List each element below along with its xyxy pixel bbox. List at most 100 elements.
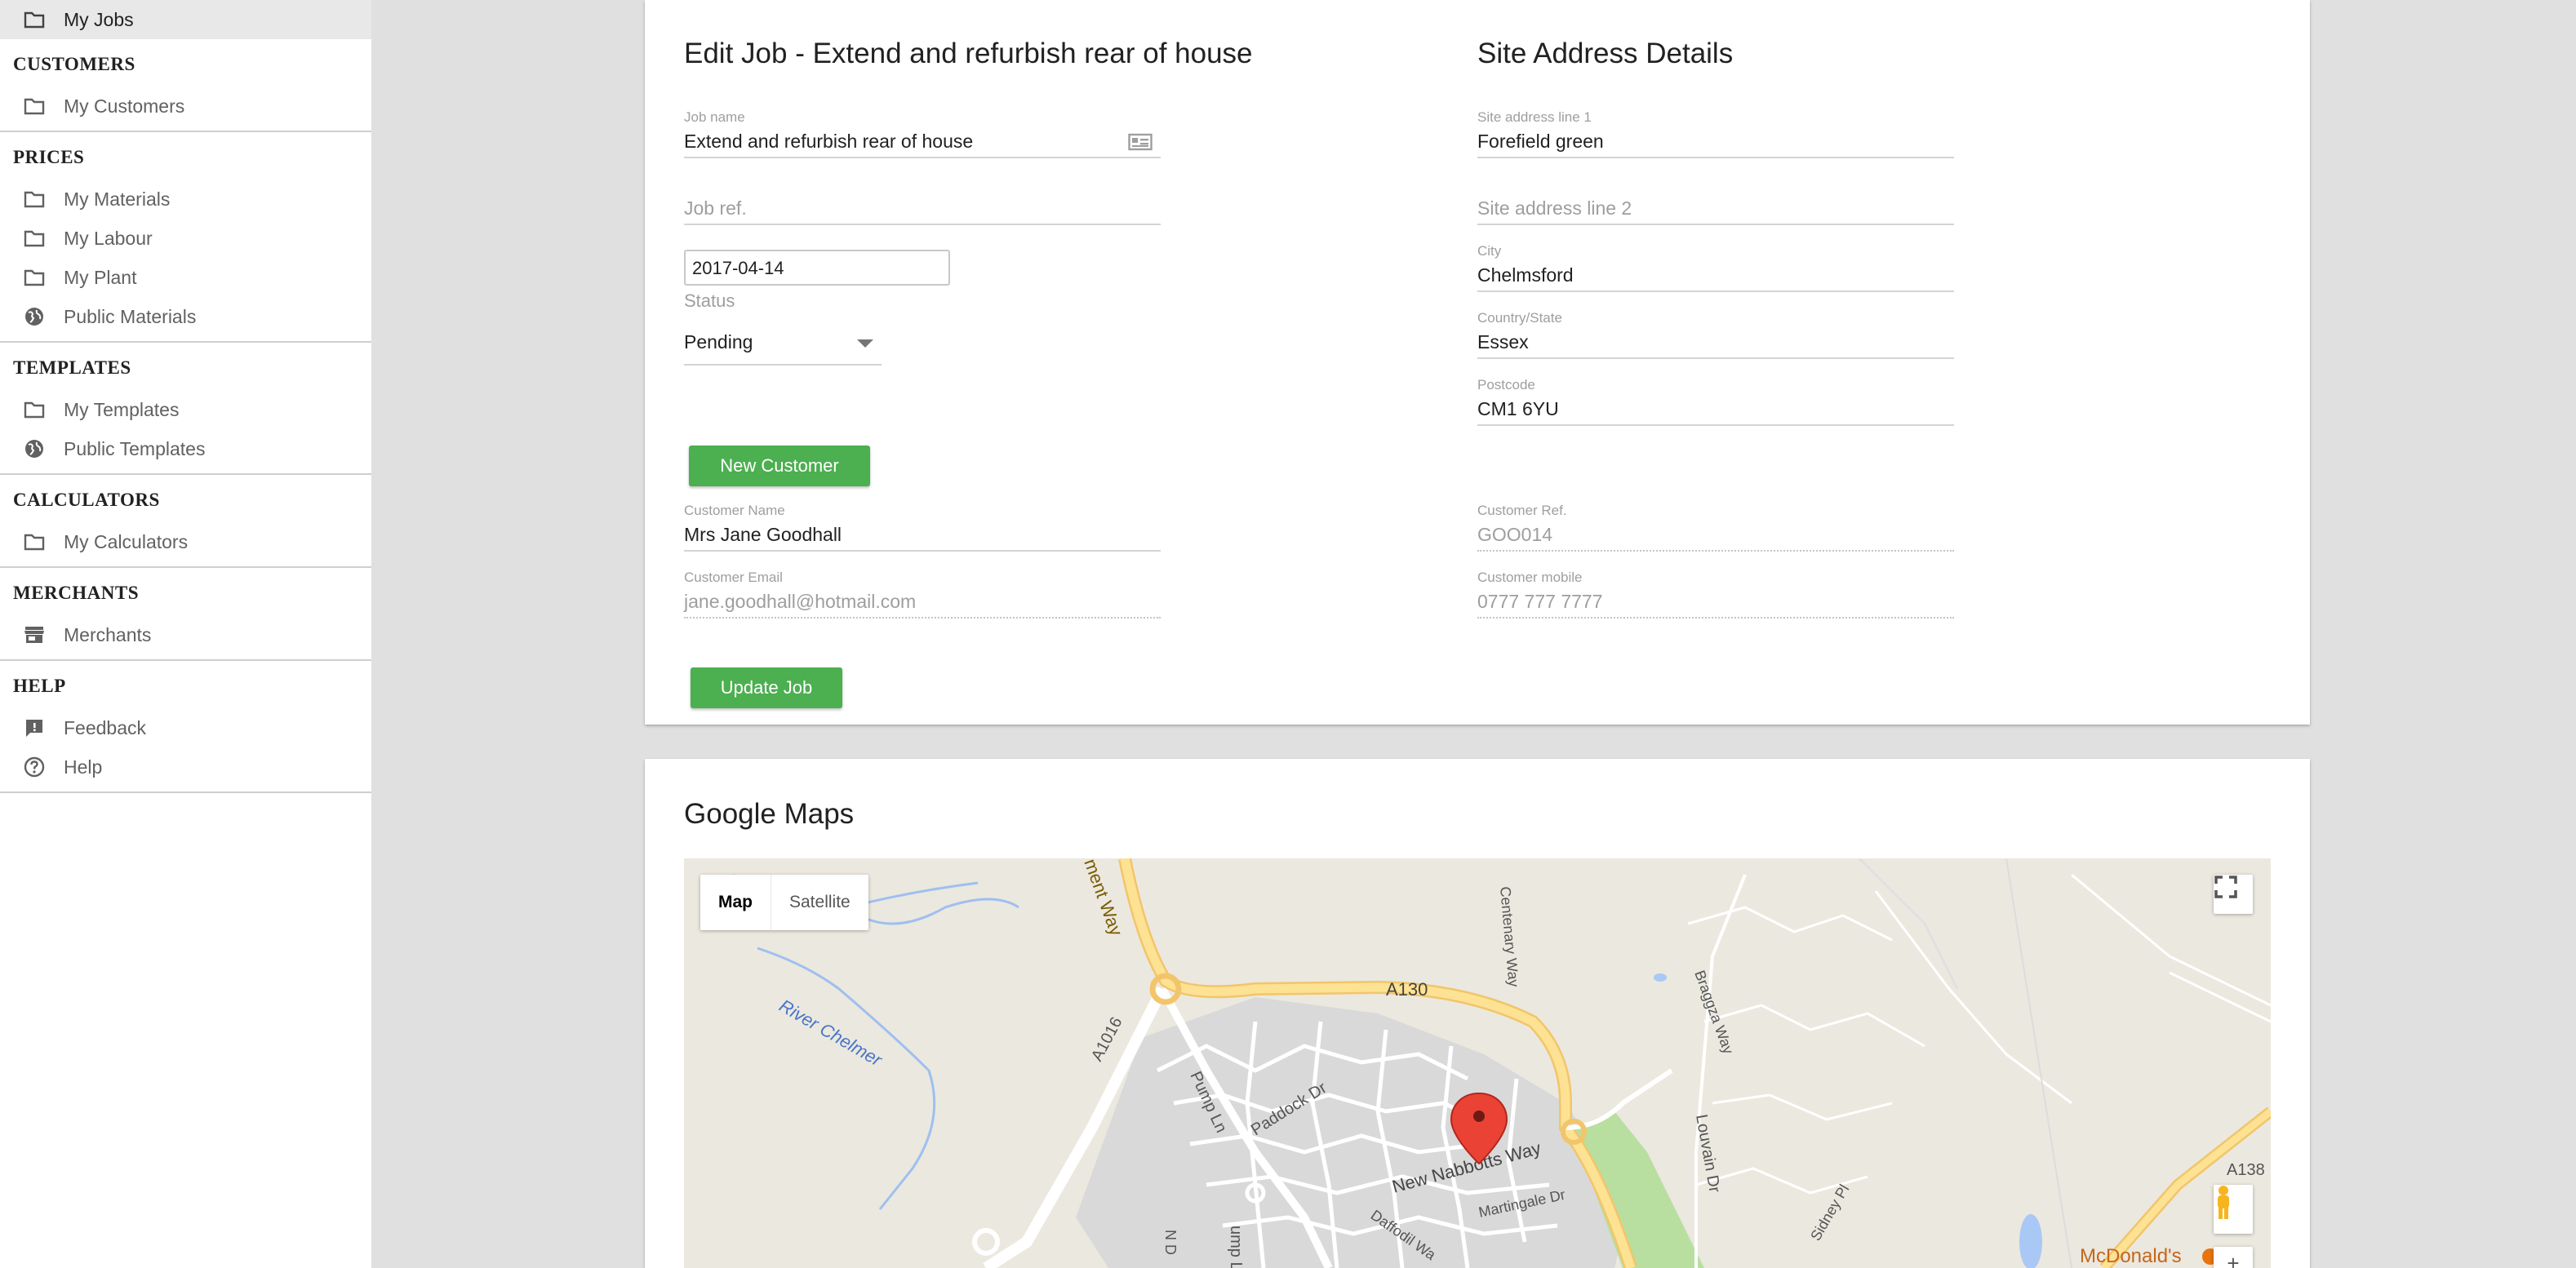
- customer-name-label: Customer Name: [684, 503, 785, 518]
- site-address-line2-placeholder: Site address line 2: [1477, 197, 1632, 219]
- sidebar-item-label: Feedback: [64, 716, 147, 738]
- site-address-line2-field[interactable]: Site address line 2: [1477, 176, 1954, 225]
- globe-icon: [23, 305, 46, 328]
- sidebar-item-label: My Calculators: [64, 530, 189, 552]
- postcode-label: Postcode: [1477, 377, 1535, 392]
- map-label-n-d: N D: [1162, 1230, 1179, 1255]
- map-lake: [2019, 1214, 2042, 1268]
- map-label-a138: A138: [2227, 1161, 2265, 1179]
- postcode-field[interactable]: Postcode CM1 6YU: [1477, 377, 1954, 426]
- sidebar-item-label: Merchants: [64, 623, 152, 645]
- job-date-input[interactable]: 2017-04-14: [684, 250, 950, 286]
- site-address-line1-value: Forefield green: [1477, 131, 1604, 152]
- sidebar-item-label: My Materials: [64, 188, 171, 210]
- sidebar-section-title: MERCHANTS: [13, 583, 140, 603]
- map-type-satellite-button[interactable]: Satellite: [771, 875, 868, 930]
- sidebar-item-my-plant[interactable]: My Plant: [0, 258, 371, 297]
- folder-icon: [23, 188, 46, 211]
- status-value: Pending: [684, 331, 753, 352]
- sidebar-sections: CUSTOMERS My Customers PRICES My Materials M…: [0, 39, 371, 793]
- customer-ref-label: Customer Ref.: [1477, 503, 1567, 518]
- customer-name-value: Mrs Jane Goodhall: [684, 524, 842, 545]
- edit-job-title: Edit Job - Extend and refurbish rear of …: [684, 38, 1253, 69]
- map-labels: A130 A1016 A138 Centenary Way ment Way R…: [776, 858, 2265, 1268]
- city-field[interactable]: City Chelmsford: [1477, 243, 1954, 292]
- status-select[interactable]: Pending: [684, 323, 882, 366]
- job-ref-field[interactable]: Job ref.: [684, 176, 1161, 225]
- street-view-pegman-button[interactable]: [2214, 1185, 2253, 1234]
- map-label-ump-ln: ump Ln: [1227, 1226, 1245, 1268]
- new-customer-button[interactable]: New Customer: [689, 446, 870, 486]
- folder-icon: [23, 8, 46, 31]
- map-type-toggle: Map Satellite: [700, 875, 868, 930]
- map-canvas: A130 A1016 A138 Centenary Way ment Way R…: [731, 858, 2271, 1268]
- zoom-in-button[interactable]: +: [2214, 1247, 2253, 1268]
- sidebar-section-title: CALCULATORS: [13, 490, 160, 510]
- customer-mobile-field: Customer mobile 0777 777 7777: [1477, 570, 1954, 618]
- globe-icon: [23, 437, 46, 460]
- job-name-field[interactable]: Job name Extend and refurbish rear of ho…: [684, 109, 1161, 158]
- customer-mobile-label: Customer mobile: [1477, 570, 1583, 585]
- sidebar-section-title: TEMPLATES: [13, 357, 131, 378]
- city-label: City: [1477, 243, 1502, 259]
- job-name-value: Extend and refurbish rear of house: [684, 131, 974, 152]
- sidebar-divider: [0, 791, 371, 793]
- map-view[interactable]: A130 A1016 A138 Centenary Way ment Way R…: [684, 858, 2271, 1268]
- sidebar-item-help[interactable]: Help: [0, 747, 371, 787]
- sidebar-item-my-calculators[interactable]: My Calculators: [0, 522, 371, 561]
- sidebar-item-public-materials[interactable]: Public Materials: [0, 297, 371, 336]
- plus-icon: +: [2227, 1250, 2240, 1268]
- site-address-title: Site Address Details: [1477, 38, 1734, 69]
- site-address-line1-label: Site address line 1: [1477, 109, 1592, 125]
- map-label-a130: A130: [1386, 979, 1428, 1000]
- sidebar-section-title: HELP: [13, 676, 66, 696]
- country-state-label: Country/State: [1477, 310, 1562, 326]
- customer-email-field: Customer Email jane.goodhall@hotmail.com: [684, 570, 1161, 618]
- map-pond: [1654, 973, 1667, 982]
- map-label-bragg: Braggza Way: [1691, 969, 1737, 1057]
- sidebar-item-my-jobs[interactable]: My Jobs: [0, 0, 371, 39]
- google-maps-card: Google Maps A130 A1016 A138 Centenary Wa…: [645, 759, 2310, 1268]
- map-label-mcdonalds: McDonald's: [2080, 1245, 2182, 1267]
- sidebar-item-my-materials[interactable]: My Materials: [0, 180, 371, 219]
- postcode-value: CM1 6YU: [1477, 398, 1559, 419]
- sidebar-item-label: My Labour: [64, 227, 153, 249]
- id-card-icon: [1128, 132, 1153, 156]
- sidebar-item-public-templates[interactable]: Public Templates: [0, 429, 371, 468]
- map-label-a1016: A1016: [1088, 1014, 1126, 1064]
- map-type-map-button[interactable]: Map: [700, 875, 771, 930]
- country-state-field[interactable]: Country/State Essex: [1477, 310, 1954, 359]
- folder-icon: [23, 530, 46, 553]
- sidebar-item-label: My Jobs: [64, 8, 134, 30]
- sidebar-item-my-customers[interactable]: My Customers: [0, 86, 371, 126]
- folder-icon: [23, 266, 46, 289]
- customer-ref-field: Customer Ref. GOO014: [1477, 503, 1954, 552]
- job-name-label: Job name: [684, 109, 745, 125]
- sidebar-section-title: CUSTOMERS: [13, 54, 135, 74]
- map-label-river: River Chelmer: [776, 995, 887, 1071]
- sidebar-item-my-labour[interactable]: My Labour: [0, 219, 371, 258]
- store-icon: [23, 623, 46, 646]
- google-maps-title: Google Maps: [684, 798, 855, 830]
- folder-icon: [23, 95, 46, 117]
- site-address-line1-field[interactable]: Site address line 1 Forefield green: [1477, 109, 1954, 158]
- sidebar: My Jobs CUSTOMERS My Customers PRICES My Ma…: [0, 0, 371, 1268]
- sidebar-item-my-templates[interactable]: My Templates: [0, 390, 371, 429]
- country-state-value: Essex: [1477, 331, 1529, 352]
- sidebar-item-feedback[interactable]: Feedback: [0, 708, 371, 747]
- status-label: Status: [684, 290, 735, 311]
- customer-mobile-value: 0777 777 7777: [1477, 591, 1603, 612]
- help-icon: [23, 756, 46, 778]
- sidebar-section-title: PRICES: [13, 147, 85, 167]
- sidebar-item-label: Public Materials: [64, 305, 197, 327]
- sidebar-item-label: Public Templates: [64, 437, 206, 459]
- fullscreen-button[interactable]: [2214, 875, 2253, 914]
- feedback-icon: [23, 716, 46, 739]
- customer-email-label: Customer Email: [684, 570, 783, 585]
- sidebar-item-label: Help: [64, 756, 103, 778]
- chevron-down-icon: [857, 339, 873, 348]
- customer-name-field[interactable]: Customer Name Mrs Jane Goodhall: [684, 503, 1161, 552]
- folder-icon: [23, 227, 46, 250]
- sidebar-item-merchants[interactable]: Merchants: [0, 615, 371, 654]
- update-job-button[interactable]: Update Job: [691, 667, 842, 708]
